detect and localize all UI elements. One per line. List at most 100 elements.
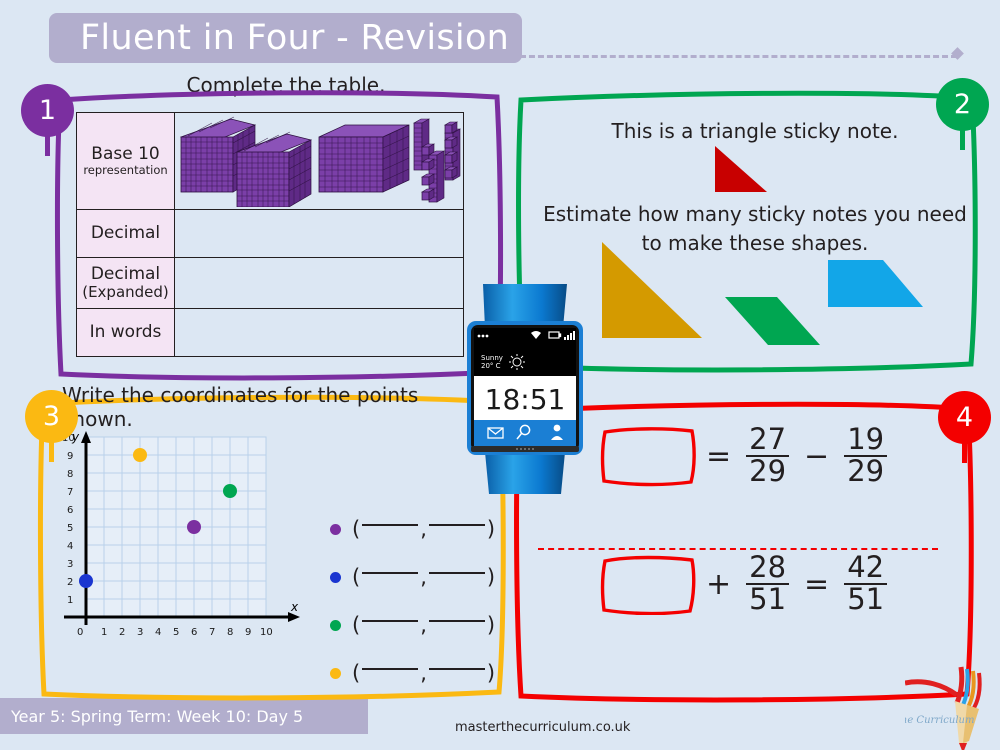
y-tick-labels: 123 456 789 10 — [62, 433, 75, 606]
green-point — [223, 484, 237, 498]
equation-1: = 27 29 − 19 29 — [600, 422, 893, 487]
section-4-equations: = 27 29 − 19 29 + 28 51 = 42 51 — [600, 422, 893, 615]
equation-1-op2: − — [804, 438, 830, 474]
comma: , — [420, 661, 427, 685]
open-paren: ( — [352, 517, 361, 541]
equation-2-fraction-1: 28 51 — [746, 550, 790, 615]
green-dot-icon — [330, 619, 341, 631]
section-badge-4: 4 — [938, 391, 991, 444]
x-answer-blank[interactable] — [362, 572, 419, 574]
table-row: Decimal (Expanded) — [76, 256, 464, 309]
denominator: 51 — [746, 583, 790, 615]
numerator: 27 — [749, 422, 787, 457]
x-axis-label: x — [290, 600, 299, 614]
close-paren: ) — [486, 565, 496, 589]
svg-text:8: 8 — [67, 469, 73, 480]
logo-text: Master The Curriculum — [905, 715, 974, 726]
svg-text:5: 5 — [67, 523, 73, 534]
row-label-base10: Base 10 representation — [76, 111, 175, 211]
footer-url: masterthecurriculum.co.uk — [455, 720, 631, 735]
purple-point — [187, 520, 201, 534]
section-badge-3: 3 — [25, 390, 78, 443]
master-the-curriculum-logo: Master The Curriculum — [905, 666, 982, 750]
smartwatch-graphic: Sunny 20° C 18:51 — [467, 284, 583, 494]
red-triangle-note — [715, 146, 767, 192]
x-tick-labels: 0 1 2 3 4 5 6 7 8 9 10 — [77, 627, 273, 638]
list-item[interactable]: ( , ) — [330, 505, 495, 553]
svg-text:3: 3 — [67, 559, 73, 570]
svg-text:1: 1 — [67, 595, 73, 606]
watch-band-bottom — [485, 452, 565, 494]
svg-text:4: 4 — [67, 541, 73, 552]
row-label-decimal-expanded-main: Decimal — [90, 263, 161, 284]
numerator: 42 — [847, 550, 885, 585]
y-answer-blank[interactable] — [428, 572, 485, 574]
svg-text:6: 6 — [67, 505, 73, 516]
watch-status-bar — [474, 328, 576, 350]
yellow-dot-icon — [330, 667, 341, 679]
base10-representation-cell[interactable] — [174, 111, 464, 211]
row-label-base10-main: Base 10 — [91, 144, 160, 165]
green-parallelogram — [725, 297, 820, 345]
table-row: Decimal — [76, 209, 464, 258]
x-answer-blank[interactable] — [362, 620, 419, 622]
open-paren: ( — [352, 613, 361, 637]
watch-weather-line1: Sunny — [481, 354, 503, 362]
svg-text:7: 7 — [67, 487, 73, 498]
y-answer-blank[interactable] — [428, 524, 485, 526]
svg-text:1: 1 — [101, 627, 107, 638]
svg-text:9: 9 — [67, 451, 73, 462]
watch-weather-line2: 20° C — [481, 362, 501, 370]
y-answer-blank[interactable] — [428, 620, 485, 622]
svg-text:4: 4 — [155, 627, 161, 638]
blue-point — [79, 574, 93, 588]
x-answer-blank[interactable] — [362, 668, 419, 670]
equation-2-op1: + — [706, 566, 732, 602]
coordinate-grid: y x 123 456 789 10 012 345 678 9 10 — [62, 430, 300, 638]
equation-2: + 28 51 = 42 51 — [600, 550, 893, 615]
numerator: 28 — [749, 550, 787, 585]
close-paren: ) — [486, 517, 496, 541]
table-row: Base 10 representation — [76, 111, 464, 211]
unit-cubes-art — [420, 121, 459, 201]
page-title: Fluent in Four - Revision — [80, 18, 510, 58]
gold-triangle — [602, 242, 702, 338]
list-item[interactable]: ( , ) — [330, 553, 495, 601]
in-words-answer-cell[interactable] — [174, 307, 464, 358]
svg-text:3: 3 — [137, 627, 143, 638]
svg-text:10: 10 — [260, 627, 273, 638]
row-label-base10-sub: representation — [83, 163, 168, 178]
answer-box-1[interactable] — [600, 425, 697, 487]
answer-box-2[interactable] — [600, 553, 697, 615]
open-paren: ( — [352, 565, 361, 589]
close-paren: ) — [486, 613, 496, 637]
unit-cube-col-b — [443, 121, 459, 179]
blue-dot-icon — [330, 571, 341, 583]
equation-2-fraction-2: 42 51 — [844, 550, 888, 615]
equation-1-fraction-1: 27 29 — [746, 422, 790, 487]
comma: , — [420, 517, 427, 541]
decimal-answer-cell[interactable] — [174, 209, 464, 258]
equation-2-op2: = — [804, 566, 830, 602]
decimal-expanded-answer-cell[interactable] — [174, 256, 464, 309]
row-label-decimal-expanded: Decimal (Expanded) — [76, 256, 175, 309]
footer-label: Year 5: Spring Term: Week 10: Day 5 — [11, 706, 304, 726]
svg-text:2: 2 — [67, 577, 73, 588]
x-answer-blank[interactable] — [362, 524, 419, 526]
row-label-decimal-expanded-sub: (Expanded) — [82, 282, 169, 301]
section-3-heading: Write the coordinates for the points sho… — [62, 383, 419, 431]
equation-1-fraction-2: 19 29 — [844, 424, 888, 487]
section-1-heading: Complete the table. — [186, 73, 386, 97]
hundred-flat — [318, 124, 410, 193]
denominator: 51 — [844, 583, 888, 615]
denominator: 29 — [746, 455, 790, 487]
list-item[interactable]: ( , ) — [330, 649, 495, 697]
footer-label-bar: Year 5: Spring Term: Week 10: Day 5 — [0, 698, 368, 734]
svg-text:8: 8 — [227, 627, 233, 638]
watch-nav-bar — [474, 420, 576, 446]
logo-ribbon — [905, 666, 982, 713]
list-item[interactable]: ( , ) — [330, 601, 495, 649]
y-answer-blank[interactable] — [428, 668, 485, 670]
section-badge-1: 1 — [21, 84, 74, 137]
equation-1-op1: = — [706, 438, 732, 474]
